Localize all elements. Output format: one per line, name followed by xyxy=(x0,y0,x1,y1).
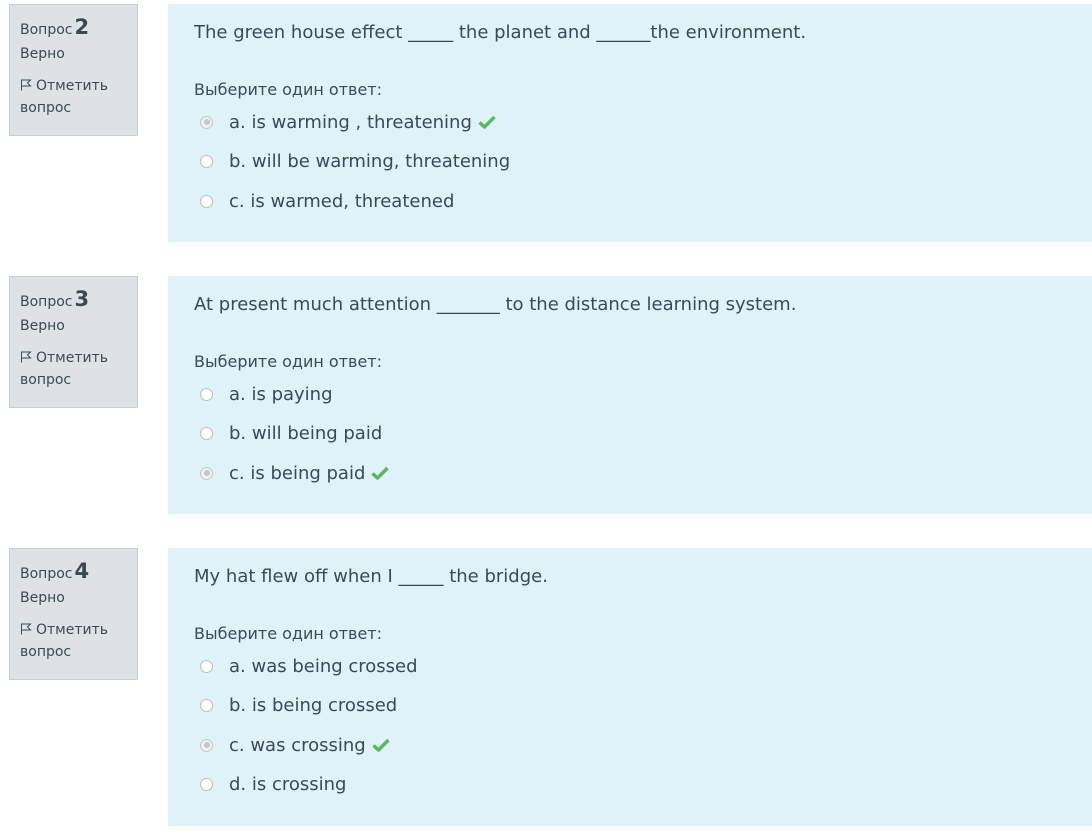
question-number-value: 4 xyxy=(74,559,90,583)
radio-button[interactable] xyxy=(200,659,213,673)
question-info: Вопрос4 Верно Отметить вопрос xyxy=(9,548,138,680)
question-text: At present much attention _______ to the… xyxy=(194,294,797,315)
question-content: At present much attention _______ to the… xyxy=(168,276,1092,514)
answer-option[interactable]: a. is paying xyxy=(200,381,333,407)
question-number: Вопрос2 xyxy=(20,14,127,40)
answer-option[interactable]: c. was crossing xyxy=(200,732,390,758)
answer-label[interactable]: b. will be warming, threatening xyxy=(229,151,510,172)
flag-icon xyxy=(21,79,32,91)
question-label: Вопрос xyxy=(20,566,73,582)
answer-option[interactable]: a. was being crossed xyxy=(200,653,418,679)
answer-option[interactable]: c. is being paid xyxy=(200,460,390,486)
radio-button[interactable] xyxy=(200,738,213,752)
question-label: Вопрос xyxy=(20,294,73,310)
answer-prompt: Выберите один ответ: xyxy=(194,624,383,643)
answer-label[interactable]: c. was crossing xyxy=(229,735,366,756)
answer-label[interactable]: a. was being crossed xyxy=(229,656,418,677)
question-number: Вопрос4 xyxy=(20,558,127,584)
flag-question-button[interactable]: Отметить вопрос xyxy=(20,75,127,119)
question-content: My hat flew off when I _____ the bridge.… xyxy=(168,548,1092,826)
answer-option[interactable]: b. is being crossed xyxy=(200,692,397,718)
radio-button[interactable] xyxy=(200,387,213,401)
flag-icon xyxy=(21,351,32,363)
question-number-value: 2 xyxy=(74,15,90,39)
correct-check-icon xyxy=(371,466,390,480)
answer-prompt: Выберите один ответ: xyxy=(194,352,383,371)
radio-button[interactable] xyxy=(200,466,213,480)
correct-check-icon xyxy=(478,115,496,129)
question-content: The green house effect _____ the planet … xyxy=(168,4,1092,242)
correct-check-icon xyxy=(372,738,390,752)
question-text: The green house effect _____ the planet … xyxy=(194,22,807,43)
answer-prompt: Выберите один ответ: xyxy=(194,80,383,99)
answer-option[interactable]: d. is crossing xyxy=(200,771,346,797)
question-number-value: 3 xyxy=(74,287,90,311)
radio-button[interactable] xyxy=(200,115,213,129)
answer-label[interactable]: a. is paying xyxy=(229,384,333,405)
question-info: Вопрос2 Верно Отметить вопрос xyxy=(9,4,138,136)
flag-icon xyxy=(21,623,32,635)
question-state: Верно xyxy=(20,590,65,606)
answer-label[interactable]: b. will being paid xyxy=(229,423,382,444)
answer-option[interactable]: c. is warmed, threatened xyxy=(200,188,454,214)
answer-label[interactable]: d. is crossing xyxy=(229,774,346,795)
radio-button[interactable] xyxy=(200,698,213,712)
answer-label[interactable]: a. is warming , threatening xyxy=(229,112,472,133)
flag-label: Отметить вопрос xyxy=(20,78,109,116)
answer-label[interactable]: c. is being paid xyxy=(229,463,365,484)
radio-button[interactable] xyxy=(200,777,213,791)
flag-question-button[interactable]: Отметить вопрос xyxy=(20,619,127,663)
question-number: Вопрос3 xyxy=(20,286,127,312)
flag-label: Отметить вопрос xyxy=(20,622,109,660)
answer-label[interactable]: b. is being crossed xyxy=(229,695,397,716)
answer-option[interactable]: a. is warming , threatening xyxy=(200,109,496,135)
question-state: Верно xyxy=(20,46,65,62)
question-info: Вопрос3 Верно Отметить вопрос xyxy=(9,276,138,408)
flag-question-button[interactable]: Отметить вопрос xyxy=(20,347,127,391)
answer-option[interactable]: b. will be warming, threatening xyxy=(200,148,510,174)
radio-button[interactable] xyxy=(200,154,213,168)
question-label: Вопрос xyxy=(20,22,73,38)
radio-button[interactable] xyxy=(200,194,213,208)
answer-label[interactable]: c. is warmed, threatened xyxy=(229,191,454,212)
radio-button[interactable] xyxy=(200,426,213,440)
question-state: Верно xyxy=(20,318,65,334)
answer-option[interactable]: b. will being paid xyxy=(200,420,382,446)
flag-label: Отметить вопрос xyxy=(20,350,109,388)
question-text: My hat flew off when I _____ the bridge. xyxy=(194,566,548,587)
